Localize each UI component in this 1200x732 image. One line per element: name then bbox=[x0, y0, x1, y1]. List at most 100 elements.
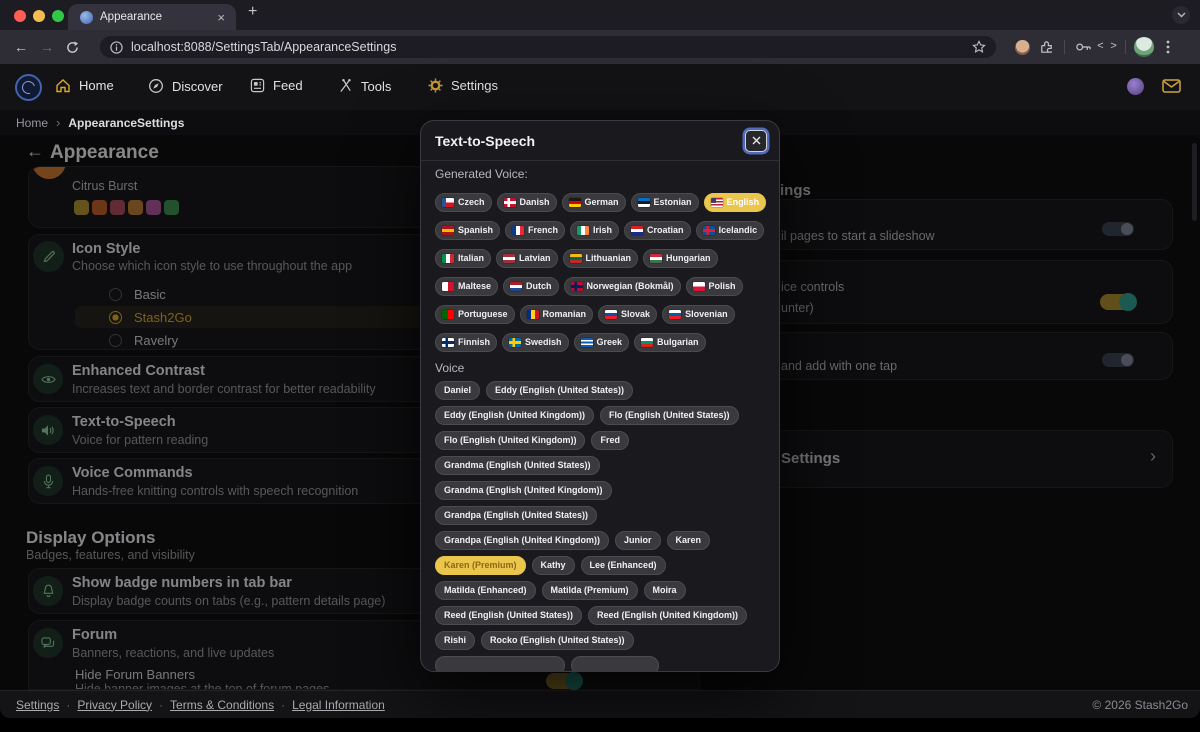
footer-link[interactable]: Legal Information bbox=[292, 698, 385, 712]
feed-icon bbox=[250, 78, 265, 93]
language-chip[interactable]: Romanian bbox=[520, 305, 594, 324]
footer-link[interactable]: Terms & Conditions bbox=[170, 698, 274, 712]
voice-chip[interactable]: Matilda (Premium) bbox=[542, 581, 638, 600]
toolbar-separator bbox=[1064, 40, 1065, 54]
language-chip[interactable]: Dutch bbox=[503, 277, 559, 296]
voice-chip[interactable]: Karen (Premium) bbox=[435, 556, 526, 575]
traffic-light-zoom[interactable] bbox=[52, 10, 64, 22]
new-tab-button[interactable]: + bbox=[248, 3, 257, 21]
back-button[interactable]: ← bbox=[8, 39, 34, 55]
app-logo[interactable] bbox=[15, 74, 42, 101]
tab-close-button[interactable]: × bbox=[214, 10, 228, 25]
language-chip[interactable]: Polish bbox=[686, 277, 743, 296]
breadcrumb-home[interactable]: Home bbox=[16, 116, 48, 130]
language-chip[interactable]: Danish bbox=[497, 193, 557, 212]
nav-item-label: Feed bbox=[273, 78, 303, 93]
language-chip[interactable]: Swedish bbox=[502, 333, 569, 352]
browser-menu-button[interactable] bbox=[1156, 35, 1180, 59]
voice-chip[interactable]: Kathy bbox=[532, 556, 575, 575]
language-chip[interactable]: Bulgarian bbox=[634, 333, 706, 352]
language-chip[interactable]: German bbox=[562, 193, 626, 212]
voice-chip[interactable]: Flo (English (United States)) bbox=[600, 406, 739, 425]
language-chip[interactable]: Portuguese bbox=[435, 305, 515, 324]
language-chip[interactable]: Finnish bbox=[435, 333, 497, 352]
language-chip[interactable]: Estonian bbox=[631, 193, 699, 212]
language-chip[interactable]: Maltese bbox=[435, 277, 498, 296]
voice-chip[interactable]: Eddy (English (United States)) bbox=[486, 381, 633, 400]
user-avatar[interactable] bbox=[1127, 78, 1144, 95]
footer-separator: · bbox=[281, 698, 285, 712]
modal-close-button[interactable] bbox=[745, 130, 767, 152]
nav-item-home[interactable]: Home bbox=[55, 78, 114, 93]
language-chip[interactable]: Croatian bbox=[624, 221, 691, 240]
language-chip[interactable]: Norwegian (Bokmål) bbox=[564, 277, 681, 296]
chip-row: Grandpa (English (United Kingdom)) Junior… bbox=[435, 531, 765, 550]
mail-icon[interactable] bbox=[1162, 79, 1181, 93]
footer-link[interactable]: Settings bbox=[16, 698, 59, 712]
language-chip[interactable]: Irish bbox=[570, 221, 619, 240]
nav-item-label: Home bbox=[79, 78, 114, 93]
voice-chip-list: Daniel Eddy (English (United States)) Eddy… bbox=[435, 381, 765, 672]
voice-chip[interactable]: Rocko (English (United States)) bbox=[481, 631, 634, 650]
traffic-light-minimize[interactable] bbox=[33, 10, 45, 22]
site-info-icon[interactable] bbox=[110, 41, 123, 54]
language-chip[interactable]: Lithuanian bbox=[563, 249, 639, 268]
language-chip[interactable]: Icelandic bbox=[696, 221, 765, 240]
voice-chip[interactable]: Fred bbox=[591, 431, 629, 450]
voice-chip[interactable]: Eddy (English (United Kingdom)) bbox=[435, 406, 594, 425]
bookmark-star-icon[interactable] bbox=[972, 40, 986, 54]
language-chip[interactable]: Italian bbox=[435, 249, 491, 268]
language-chip[interactable]: Greek bbox=[574, 333, 630, 352]
voice-chip[interactable]: Flo (English (United Kingdom)) bbox=[435, 431, 585, 450]
language-chip[interactable]: Hungarian bbox=[643, 249, 718, 268]
voice-chip[interactable]: Karen bbox=[667, 531, 711, 550]
nav-item-discover[interactable]: Discover bbox=[148, 78, 223, 94]
address-bar[interactable]: localhost:8088/SettingsTab/AppearanceSet… bbox=[100, 36, 996, 58]
voice-chip[interactable]: Lee (Enhanced) bbox=[581, 556, 666, 575]
voice-chip[interactable]: Daniel bbox=[435, 381, 480, 400]
browser-tab[interactable]: Appearance × bbox=[68, 4, 236, 30]
flag-icon bbox=[631, 226, 643, 235]
toolbar-separator bbox=[1125, 40, 1126, 54]
voice-chip-clipped[interactable] bbox=[435, 656, 565, 672]
language-chip[interactable]: Slovenian bbox=[662, 305, 735, 324]
flag-icon bbox=[504, 198, 516, 207]
footer-link[interactable]: Privacy Policy bbox=[77, 698, 152, 712]
chip-row: Italian Latvian LithuanianHungarian bbox=[435, 249, 765, 268]
voice-chip[interactable]: Junior bbox=[615, 531, 661, 550]
flag-icon bbox=[693, 282, 705, 291]
voice-chip[interactable]: Matilda (Enhanced) bbox=[435, 581, 536, 600]
language-chip[interactable]: French bbox=[505, 221, 565, 240]
voice-chip[interactable]: Grandma (English (United Kingdom)) bbox=[435, 481, 612, 500]
voice-chip[interactable]: Rishi bbox=[435, 631, 475, 650]
nav-item-tools[interactable]: Tools bbox=[338, 78, 391, 94]
forward-button[interactable]: → bbox=[34, 39, 60, 55]
flag-icon bbox=[638, 198, 650, 207]
voice-chip[interactable]: Grandma (English (United States)) bbox=[435, 456, 600, 475]
reload-button[interactable] bbox=[60, 35, 84, 59]
traffic-light-close[interactable] bbox=[14, 10, 26, 22]
voice-chip[interactable]: Moira bbox=[644, 581, 686, 600]
voice-chip[interactable]: Grandpa (English (United States)) bbox=[435, 506, 597, 525]
nav-item-settings[interactable]: Settings bbox=[428, 78, 498, 93]
tab-search-chevron-button[interactable] bbox=[1172, 6, 1190, 24]
flag-icon bbox=[527, 310, 539, 319]
voice-chip[interactable]: Reed (English (United Kingdom)) bbox=[588, 606, 747, 625]
voice-chip[interactable]: Grandpa (English (United Kingdom)) bbox=[435, 531, 609, 550]
extension-monkey-icon[interactable] bbox=[1010, 35, 1034, 59]
language-chip[interactable]: Czech bbox=[435, 193, 492, 212]
language-chip[interactable]: Latvian bbox=[496, 249, 558, 268]
nav-item-label: Settings bbox=[451, 78, 498, 93]
chip-row: Grandpa (English (United States)) bbox=[435, 506, 765, 525]
devtools-code-button[interactable]: < > bbox=[1095, 35, 1119, 59]
voice-chip[interactable]: Reed (English (United States)) bbox=[435, 606, 582, 625]
chip-row: Daniel Eddy (English (United States)) bbox=[435, 381, 765, 400]
voice-chip-clipped[interactable] bbox=[571, 656, 659, 672]
password-keys-icon[interactable] bbox=[1071, 35, 1095, 59]
language-chip[interactable]: English bbox=[704, 193, 767, 212]
language-chip[interactable]: Spanish bbox=[435, 221, 500, 240]
nav-item-feed[interactable]: Feed bbox=[250, 78, 303, 93]
language-chip[interactable]: Slovak bbox=[598, 305, 657, 324]
extensions-puzzle-button[interactable] bbox=[1034, 35, 1058, 59]
profile-avatar[interactable] bbox=[1132, 35, 1156, 59]
